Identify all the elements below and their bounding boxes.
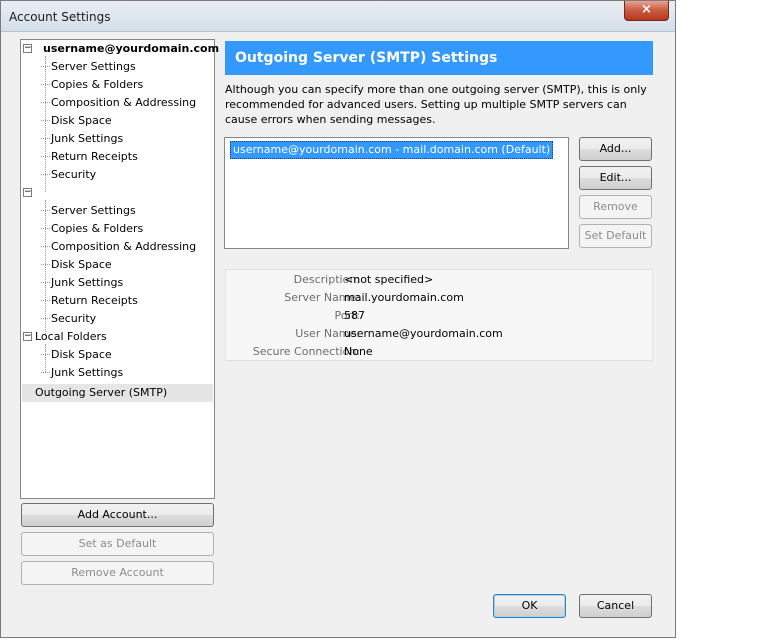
tree-item-label: Composition & Addressing <box>51 240 197 253</box>
tree-item-label: Return Receipts <box>51 294 138 307</box>
cancel-button[interactable]: Cancel <box>579 594 652 618</box>
close-button[interactable]: × <box>624 1 669 21</box>
tree-item-composition[interactable]: Composition & Addressing <box>41 238 197 256</box>
tree-item-label: Disk Space <box>51 348 112 361</box>
local-folders-label: Local Folders <box>35 330 107 343</box>
remove-server-button[interactable]: Remove <box>579 195 652 219</box>
tree-item-label: Outgoing Server (SMTP) <box>35 386 168 399</box>
tree-item-server-settings[interactable]: Server Settings <box>41 202 136 220</box>
tree-line <box>45 200 46 336</box>
collapse-icon[interactable]: − <box>23 188 32 197</box>
tree-item-label: Junk Settings <box>51 366 124 379</box>
description-text: Although you can specify more than one o… <box>225 83 647 126</box>
tree-item-label: Disk Space <box>51 258 112 271</box>
detail-value: <not specified> <box>344 273 434 286</box>
tree-item-label: Junk Settings <box>51 276 124 289</box>
tree-item-junk-settings[interactable]: Junk Settings <box>41 274 124 292</box>
tree-item-label: Server Settings <box>51 60 136 73</box>
tree-item-junk-settings[interactable]: Junk Settings <box>41 364 124 382</box>
close-icon: × <box>641 2 652 17</box>
tree-item-copies-folders[interactable]: Copies & Folders <box>41 76 144 94</box>
tree-item-label: Junk Settings <box>51 132 124 145</box>
detail-row-description: Description: <not specified> <box>226 271 652 289</box>
tree-item-junk-settings[interactable]: Junk Settings <box>41 130 124 148</box>
detail-value: mail.yourdomain.com <box>344 291 464 304</box>
account-tree[interactable]: − username@yourdomain.com Server Setting… <box>20 39 219 499</box>
smtp-server-list[interactable]: username@yourdomain.com - mail.domain.co… <box>224 137 569 249</box>
account-name: username@yourdomain.com <box>43 42 220 55</box>
tree-item-label: Security <box>51 168 97 181</box>
detail-value: None <box>344 345 373 358</box>
tree-item-server-settings[interactable]: Server Settings <box>41 58 136 76</box>
tree-item-label: Disk Space <box>51 114 112 127</box>
set-default-server-button[interactable]: Set Default <box>579 224 652 248</box>
tree-item-security[interactable]: Security <box>41 310 97 328</box>
tree-item-label: Server Settings <box>51 204 136 217</box>
account-settings-window: Account Settings × − username@yourdomain… <box>0 0 676 638</box>
detail-row-secure: Secure Connection: None <box>226 343 652 361</box>
tree-item-label: Copies & Folders <box>51 78 144 91</box>
tree-outgoing-server[interactable]: Outgoing Server (SMTP) <box>35 384 167 402</box>
detail-row-server: Server Name: mail.yourdomain.com <box>226 289 652 307</box>
ok-button[interactable]: OK <box>493 594 566 618</box>
detail-value: username@yourdomain.com <box>344 327 503 340</box>
tree-item-label: Security <box>51 312 97 325</box>
detail-row-user: User Name: username@yourdomain.com <box>226 325 652 343</box>
tree-item-label: Return Receipts <box>51 150 138 163</box>
tree-item-security[interactable]: Security <box>41 166 97 184</box>
tree-item-composition[interactable]: Composition & Addressing <box>41 94 197 112</box>
list-item[interactable]: username@yourdomain.com - mail.domain.co… <box>230 141 554 159</box>
server-details: Description: <not specified> Server Name… <box>225 269 653 361</box>
edit-server-button[interactable]: Edit... <box>579 166 652 190</box>
window-title: Account Settings <box>9 10 111 24</box>
collapse-icon[interactable]: − <box>23 44 32 53</box>
tree-item-disk-space[interactable]: Disk Space <box>41 112 112 130</box>
tree-item-disk-space[interactable]: Disk Space <box>41 346 112 364</box>
detail-row-port: Port: 587 <box>226 307 652 325</box>
set-as-default-button[interactable]: Set as Default <box>21 532 214 556</box>
collapse-icon[interactable]: − <box>23 332 32 341</box>
add-account-button[interactable]: Add Account... <box>21 503 214 527</box>
tree-item-return-receipts[interactable]: Return Receipts <box>41 148 138 166</box>
tree-item-label: Copies & Folders <box>51 222 144 235</box>
tree-item-copies-folders[interactable]: Copies & Folders <box>41 220 144 238</box>
page-title: Outgoing Server (SMTP) Settings <box>225 41 653 75</box>
detail-value: 587 <box>344 309 365 322</box>
tree-line <box>45 56 46 192</box>
title-bar[interactable]: Account Settings × <box>1 1 675 32</box>
tree-item-label: Composition & Addressing <box>51 96 197 109</box>
remove-account-button[interactable]: Remove Account <box>21 561 214 585</box>
add-server-button[interactable]: Add... <box>579 137 652 161</box>
tree-line <box>45 344 46 372</box>
tree-item-disk-space[interactable]: Disk Space <box>41 256 112 274</box>
tree-item-return-receipts[interactable]: Return Receipts <box>41 292 138 310</box>
